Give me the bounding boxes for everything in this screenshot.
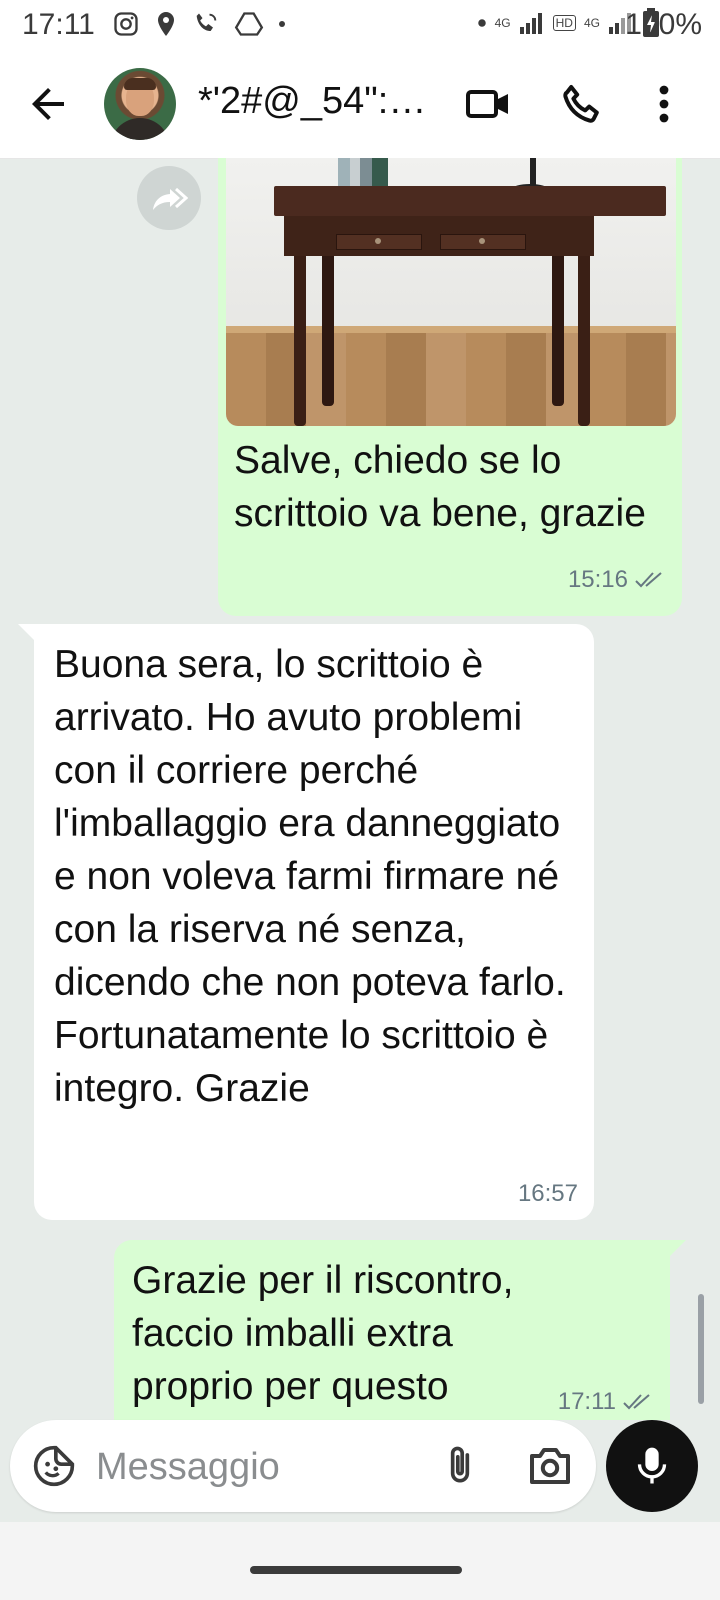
video-call-icon[interactable] bbox=[464, 80, 512, 128]
message-input[interactable] bbox=[94, 1440, 428, 1494]
drive-icon bbox=[234, 12, 264, 36]
sticker-icon[interactable] bbox=[32, 1444, 76, 1488]
outgoing-message-bubble[interactable]: Salve, chiedo se lo scrittoio va bene, g… bbox=[218, 158, 682, 616]
signal-4g-icon bbox=[519, 13, 542, 34]
contact-name[interactable]: *'2#@_54":-… bbox=[198, 80, 428, 123]
scroll-indicator[interactable] bbox=[698, 1294, 704, 1404]
dot-icon bbox=[279, 21, 285, 27]
desk-photo[interactable] bbox=[226, 158, 676, 426]
back-arrow-icon[interactable] bbox=[24, 80, 72, 128]
double-check-icon bbox=[623, 1394, 650, 1410]
status-left-icons bbox=[112, 10, 286, 38]
camera-icon[interactable] bbox=[526, 1444, 574, 1488]
home-gesture-bar[interactable] bbox=[250, 1566, 462, 1574]
forward-icon bbox=[153, 187, 188, 210]
hd-label: HD bbox=[552, 15, 576, 31]
location-icon bbox=[158, 12, 174, 36]
network-type-label-2: 4G bbox=[583, 16, 600, 30]
incoming-message-bubble[interactable]: Buona sera, lo scrittoio è arrivato. Ho … bbox=[18, 624, 594, 1220]
message-meta: 16:57 bbox=[518, 1180, 578, 1208]
network-type-label: 4G bbox=[494, 16, 511, 30]
voice-record-button[interactable] bbox=[606, 1420, 698, 1512]
message-text: Salve, chiedo se lo scrittoio va bene, g… bbox=[234, 439, 646, 535]
message-composer bbox=[10, 1420, 596, 1512]
battery-percent: 100% bbox=[625, 8, 702, 41]
avatar[interactable] bbox=[104, 68, 176, 140]
microphone-icon bbox=[637, 1447, 667, 1484]
more-options-icon[interactable] bbox=[640, 80, 688, 128]
status-time: 17:11 bbox=[22, 8, 95, 41]
chat-header: *'2#@_54":-… bbox=[0, 50, 720, 159]
double-check-icon bbox=[635, 572, 662, 588]
message-time: 17:11 bbox=[557, 1388, 616, 1415]
message-text: Buona sera, lo scrittoio è arrivato. Ho … bbox=[54, 643, 566, 1110]
message-time: 15:16 bbox=[567, 566, 628, 593]
outgoing-message-bubble[interactable]: Grazie per il riscontro, faccio imballi … bbox=[114, 1240, 686, 1420]
message-meta: 17:11 bbox=[558, 1388, 654, 1416]
dot-icon bbox=[477, 19, 486, 27]
instagram-icon bbox=[114, 12, 138, 36]
forward-button[interactable] bbox=[137, 166, 201, 230]
status-bar: 17:11 4G HD 4G 100% bbox=[0, 0, 720, 50]
phone-call-icon[interactable] bbox=[558, 80, 606, 128]
message-time: 16:57 bbox=[517, 1180, 578, 1207]
message-meta: 15:16 bbox=[568, 566, 666, 594]
wifi-calling-icon bbox=[196, 13, 217, 31]
chat-messages[interactable]: Salve, chiedo se lo scrittoio va bene, g… bbox=[0, 158, 720, 1420]
attach-icon[interactable] bbox=[438, 1444, 482, 1488]
message-text: Grazie per il riscontro, faccio imballi … bbox=[132, 1259, 514, 1408]
system-navigation-bar bbox=[0, 1522, 720, 1600]
